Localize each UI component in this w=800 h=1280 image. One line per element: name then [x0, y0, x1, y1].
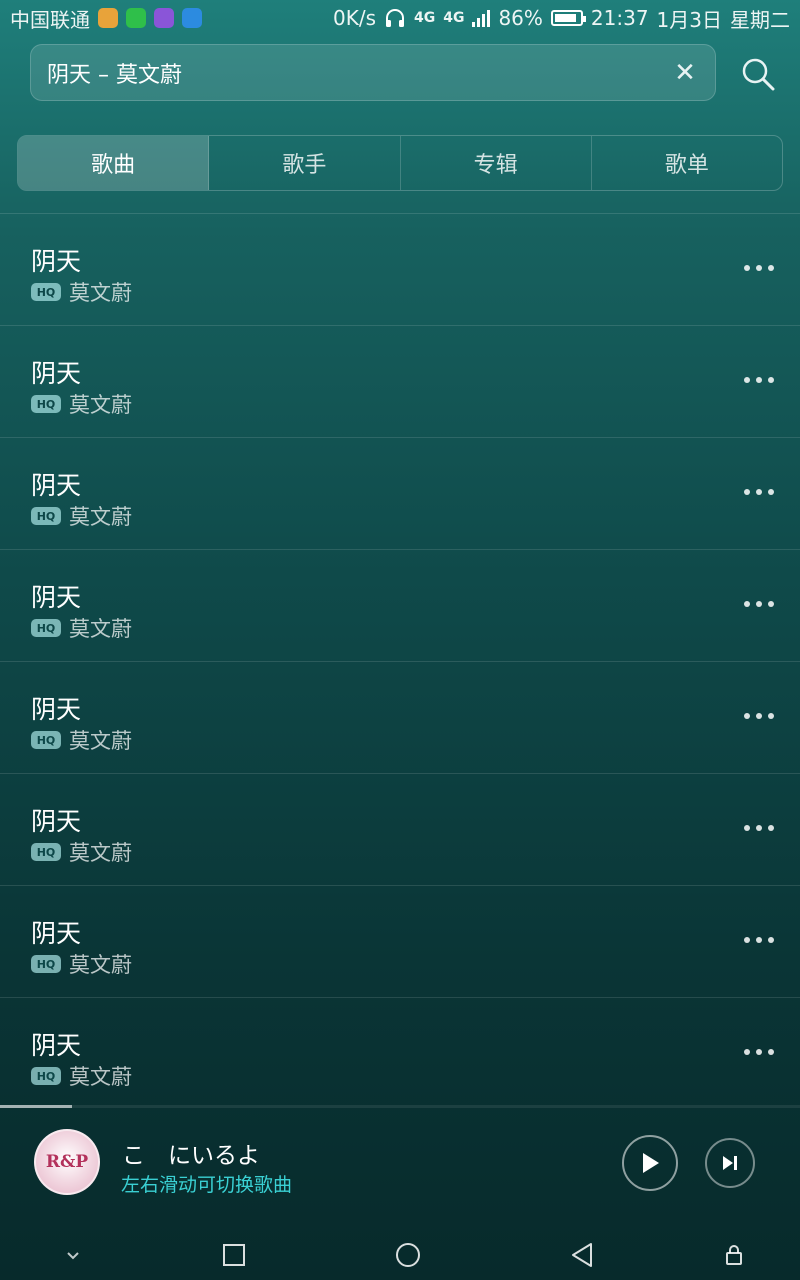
song-artist: 莫文蔚: [69, 1065, 132, 1089]
tab-artists[interactable]: 歌手: [209, 136, 401, 190]
play-icon: [643, 1153, 659, 1173]
hq-badge: HQ: [31, 619, 61, 637]
recent-apps-icon[interactable]: [221, 1242, 247, 1268]
hq-badge: HQ: [31, 507, 61, 525]
song-meta: HQ 莫文蔚: [31, 389, 132, 419]
mini-player[interactable]: R&P こ にいるよ 左右滑动可切换歌曲: [0, 1108, 800, 1228]
system-nav-bar: [0, 1230, 800, 1280]
hq-badge: HQ: [31, 843, 61, 861]
lock-icon[interactable]: [721, 1242, 747, 1268]
clock: 21:37: [590, 6, 649, 30]
song-title: 阴天: [31, 919, 82, 948]
home-icon[interactable]: [395, 1242, 421, 1268]
next-button[interactable]: [705, 1138, 755, 1188]
signal-icon: [472, 9, 491, 27]
song-artist: 莫文蔚: [69, 953, 132, 977]
status-bar: 中国联通 0K/s 4G 4G 86% 21:37 1月3日 星期二: [0, 0, 800, 36]
song-title: 阴天: [31, 471, 82, 500]
song-title: 阴天: [31, 807, 82, 836]
battery-fill: [554, 14, 576, 22]
hq-badge: HQ: [31, 395, 61, 413]
song-artist: 莫文蔚: [69, 729, 132, 753]
net-speed: 0K/s: [332, 6, 376, 30]
date-label: 1月3日: [656, 7, 722, 32]
song-meta: HQ 莫文蔚: [31, 1061, 132, 1091]
song-row[interactable]: 阴天 HQ 莫文蔚: [0, 886, 800, 998]
skip-next-icon: [723, 1156, 737, 1170]
song-meta: HQ 莫文蔚: [31, 837, 132, 867]
song-title: 阴天: [31, 247, 82, 276]
song-meta: HQ 莫文蔚: [31, 613, 132, 643]
search-input[interactable]: 阴天 – 莫文蔚 ✕: [30, 44, 716, 101]
play-button[interactable]: [622, 1135, 678, 1191]
song-artist: 莫文蔚: [69, 505, 132, 529]
song-meta: HQ 莫文蔚: [31, 277, 132, 307]
gallery-icon: [154, 8, 174, 28]
back-icon[interactable]: [569, 1242, 595, 1268]
song-row[interactable]: 阴天 HQ 莫文蔚: [0, 438, 800, 550]
more-options-icon[interactable]: [744, 816, 774, 840]
song-artist: 莫文蔚: [69, 841, 132, 865]
status-bar-left: 中国联通: [10, 4, 202, 33]
tab-songs[interactable]: 歌曲: [18, 136, 210, 190]
hq-badge: HQ: [31, 283, 61, 301]
search-icon[interactable]: [740, 56, 776, 92]
song-artist: 莫文蔚: [69, 281, 132, 305]
weekday-label: 星期二: [730, 7, 790, 32]
song-title: 阴天: [31, 583, 82, 612]
more-options-icon[interactable]: [744, 704, 774, 728]
tab-playlists[interactable]: 歌单: [592, 136, 782, 190]
song-meta: HQ 莫文蔚: [31, 949, 132, 979]
network-type-2: 4G: [443, 10, 465, 26]
more-options-icon[interactable]: [744, 592, 774, 616]
song-row[interactable]: 阴天 HQ 莫文蔚: [0, 774, 800, 886]
song-meta: HQ 莫文蔚: [31, 725, 132, 755]
song-row[interactable]: 阴天 HQ 莫文蔚: [0, 214, 800, 326]
chevron-down-icon[interactable]: [60, 1242, 86, 1268]
status-bar-right: 0K/s 4G 4G 86% 21:37 1月3日 星期二: [333, 4, 790, 33]
song-row[interactable]: 阴天 HQ 莫文蔚: [0, 998, 800, 1108]
song-row[interactable]: 阴天 HQ 莫文蔚: [0, 662, 800, 774]
hq-badge: HQ: [31, 955, 61, 973]
song-title: 阴天: [31, 1031, 82, 1060]
search-tabs: 歌曲 歌手 专辑 歌单: [17, 135, 783, 191]
headphones-icon: [385, 9, 404, 27]
close-icon[interactable]: ✕: [671, 58, 699, 88]
network-type: 4G: [413, 10, 436, 26]
carrier-label: 中国联通: [10, 7, 90, 32]
more-options-icon[interactable]: [744, 480, 774, 504]
song-row[interactable]: 阴天 HQ 莫文蔚: [0, 326, 800, 438]
song-title: 阴天: [31, 359, 82, 388]
song-row[interactable]: 阴天 HQ 莫文蔚: [0, 550, 800, 662]
song-title: 阴天: [31, 695, 82, 724]
more-options-icon[interactable]: [744, 1040, 774, 1064]
hq-badge: HQ: [31, 731, 61, 749]
album-art[interactable]: R&P: [34, 1129, 100, 1195]
search-query[interactable]: 阴天 – 莫文蔚: [47, 57, 671, 89]
battery-percent: 86%: [498, 6, 543, 30]
app-icon-orange: [98, 8, 118, 28]
song-artist: 莫文蔚: [69, 393, 132, 417]
swipe-hint: 左右滑动可切换歌曲: [121, 1174, 293, 1196]
album-art-text: R&P: [45, 1152, 89, 1172]
battery-icon: [550, 10, 586, 26]
song-list: 阴天 HQ 莫文蔚 阴天 HQ 莫文蔚 阴天 HQ 莫文蔚 阴天 HQ 莫文蔚 …: [0, 213, 800, 1108]
song-meta: HQ 莫文蔚: [31, 501, 132, 531]
now-playing-title: こ にいるよ: [122, 1143, 260, 1169]
tab-albums[interactable]: 专辑: [401, 136, 592, 190]
more-options-icon[interactable]: [744, 368, 774, 392]
more-options-icon[interactable]: [744, 928, 774, 952]
song-artist: 莫文蔚: [69, 617, 132, 641]
more-options-icon[interactable]: [744, 256, 774, 280]
hq-badge: HQ: [31, 1067, 61, 1085]
wechat-icon: [126, 8, 146, 28]
message-icon: [182, 8, 202, 28]
